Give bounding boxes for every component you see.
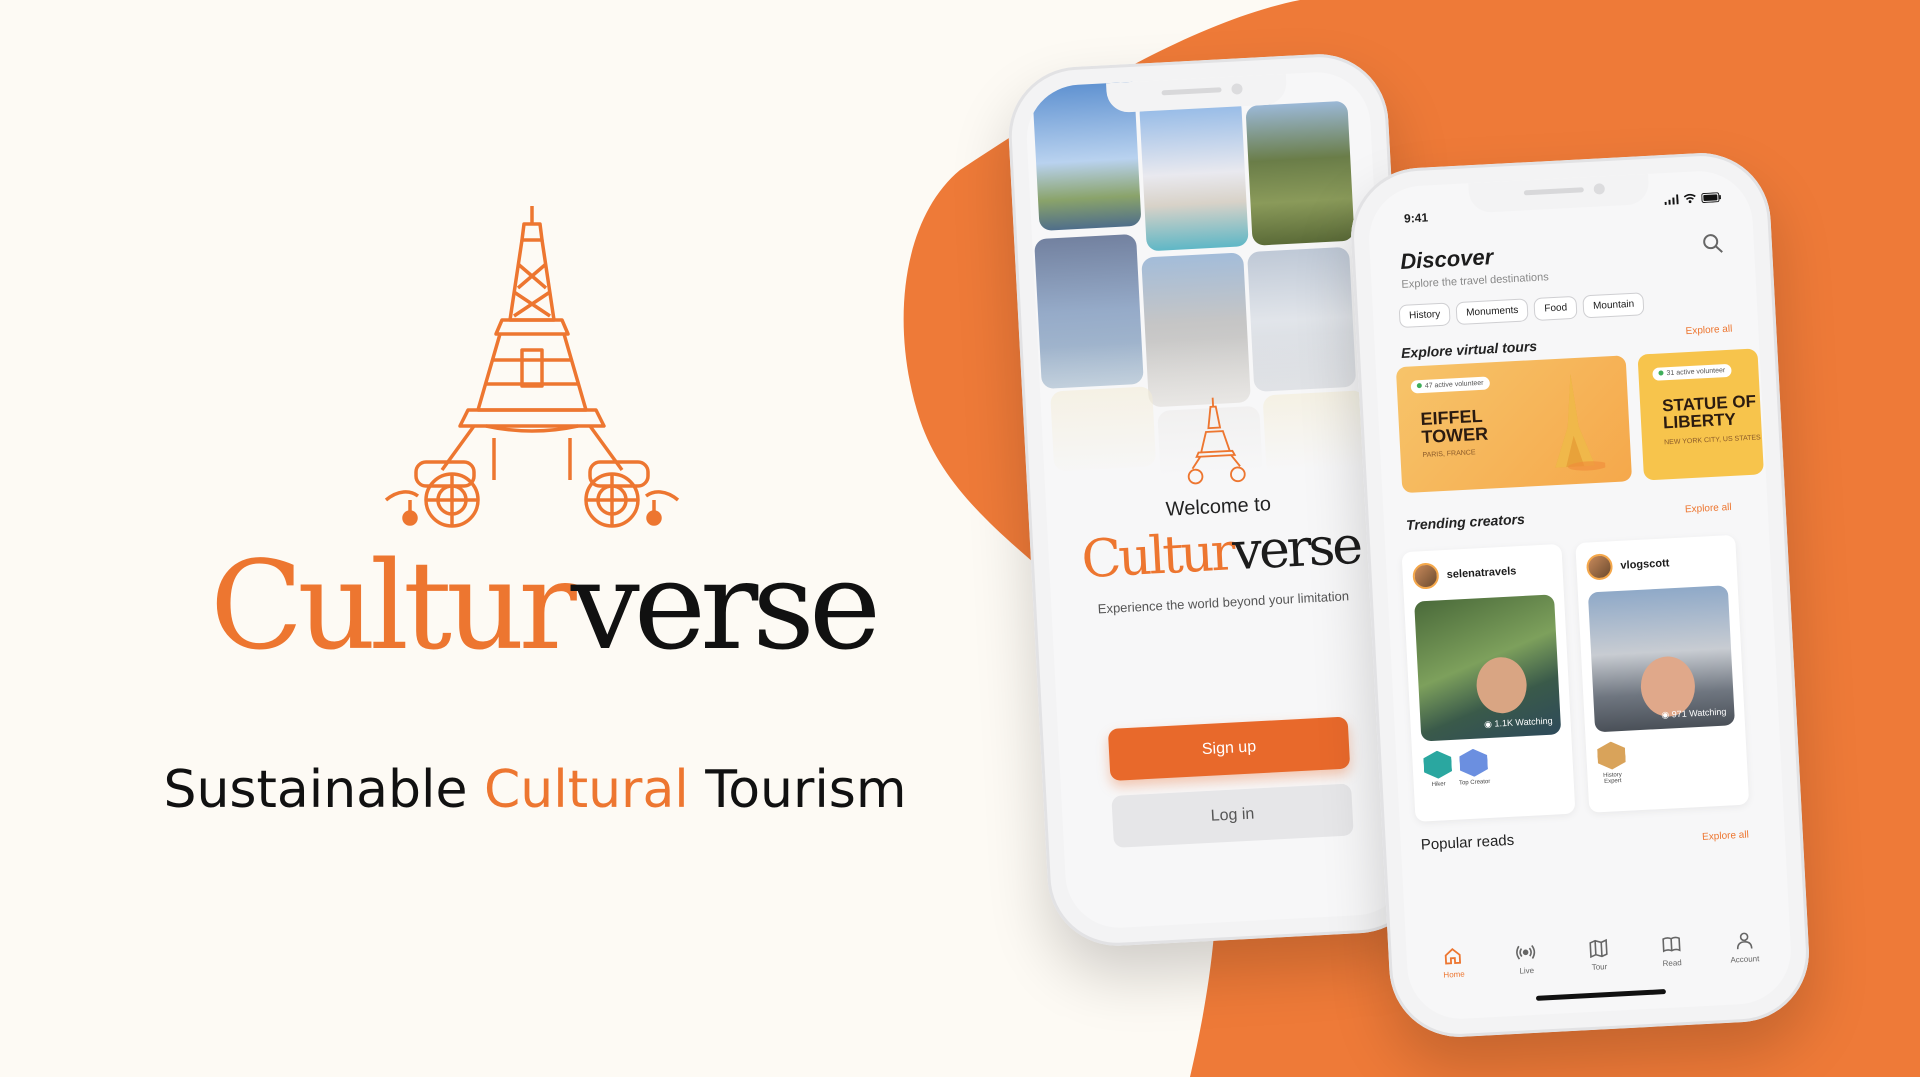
welcome-wordmark-part1: Cultur [1080, 522, 1235, 591]
welcome-wordmark-part2: verse [1231, 515, 1362, 583]
tagline-highlight: Cultural [484, 760, 689, 820]
chip-food[interactable]: Food [1533, 295, 1578, 321]
hiker-badge-icon [1423, 750, 1452, 779]
creator-card[interactable]: vlogscott ◉ 971 Watching History Expert [1575, 534, 1750, 813]
trending-heading: Trending creators [1405, 510, 1526, 533]
top-creator-badge-icon [1459, 748, 1488, 777]
badge-hiker: Hiker [1420, 750, 1456, 789]
volunteer-count: 31 active volunteer [1666, 367, 1726, 378]
book-icon [1662, 936, 1681, 953]
taj-mahal-photo [1139, 96, 1249, 252]
nav-label: Tour [1591, 962, 1608, 972]
avatar [1585, 553, 1614, 581]
bottom-nav: Home Live Tour Read Account [1406, 928, 1791, 981]
login-button[interactable]: Log in [1111, 783, 1354, 848]
phone-notch [1468, 173, 1650, 214]
badge-label: Hiker [1431, 781, 1446, 789]
chip-monuments[interactable]: Monuments [1455, 298, 1529, 326]
home-icon [1445, 947, 1462, 965]
signal-icon [1664, 194, 1679, 206]
brand-wordmark: Culturverse [210, 545, 881, 667]
nav-label: Home [1443, 969, 1465, 980]
creator-header: selenatravels [1412, 558, 1517, 590]
creator-name: selenatravels [1446, 565, 1517, 581]
nav-label: Live [1519, 965, 1535, 976]
status-time: 9:41 [1403, 210, 1429, 226]
eye-icon: ◉ [1483, 718, 1495, 730]
tour-name-line2: LIBERTY [1662, 409, 1737, 433]
nav-label: Account [1730, 954, 1760, 965]
search-icon[interactable] [1701, 232, 1724, 255]
user-icon [1736, 932, 1753, 950]
wifi-icon [1683, 193, 1696, 204]
discover-screen: 9:41 Discover Explore the travel destina… [1366, 168, 1794, 1022]
nav-account[interactable]: Account [1718, 930, 1770, 966]
welcome-screen: Welcome to Culturverse Experience the wo… [1024, 69, 1412, 931]
brand-block: Culturverse Sustainable Cultural Tourism [160, 200, 910, 840]
nav-home[interactable]: Home [1428, 945, 1480, 981]
tour-location: PARIS, FRANCE [1422, 449, 1476, 460]
creator-name: vlogscott [1620, 557, 1670, 572]
live-icon [1516, 945, 1536, 960]
watching-text: 971 Watching [1671, 706, 1727, 720]
creator-face [1475, 655, 1529, 715]
badge-label: History Expert [1603, 772, 1622, 785]
tagline-part2: Tourism [688, 760, 907, 820]
creator-card[interactable]: selenatravels ◉ 1.1K Watching Hiker Top … [1401, 543, 1576, 822]
nav-tour[interactable]: Tour [1573, 937, 1625, 973]
live-stream-thumbnail[interactable]: ◉ 1.1K Watching [1414, 594, 1562, 742]
nav-label: Read [1662, 958, 1682, 969]
watching-text: 1.1K Watching [1494, 715, 1553, 729]
tagline-part1: Sustainable [163, 760, 484, 820]
welcome-subtitle: Experience the world beyond your limitat… [1097, 588, 1350, 617]
tours-explore-all-link[interactable]: Explore all [1685, 324, 1732, 337]
tour-card-liberty[interactable]: 31 active volunteer STATUE OF LIBERTY NEW… [1637, 348, 1764, 481]
volunteer-badge: 31 active volunteer [1652, 363, 1732, 381]
map-icon [1589, 938, 1608, 959]
wordmark-part2: verse [570, 535, 881, 677]
creators-explore-all-link[interactable]: Explore all [1685, 502, 1732, 515]
badge-top-creator: Top Creator [1456, 748, 1492, 787]
machu-picchu-photo [1245, 100, 1355, 246]
watching-count: ◉ 1.1K Watching [1484, 716, 1553, 731]
volunteer-count: 47 active volunteer [1424, 379, 1484, 390]
eiffel-3d-icon [1555, 374, 1606, 471]
live-stream-thumbnail[interactable]: ◉ 971 Watching [1587, 585, 1736, 733]
wordmark-part1: Cultur [210, 535, 577, 677]
nav-read[interactable]: Read [1646, 933, 1698, 969]
chip-history[interactable]: History [1398, 302, 1451, 329]
home-indicator[interactable] [1535, 989, 1667, 1001]
status-icons [1664, 192, 1721, 206]
tour-name: EIFFEL TOWER [1420, 406, 1489, 448]
virtual-tours-heading: Explore virtual tours [1400, 337, 1538, 362]
chip-mountain[interactable]: Mountain [1582, 292, 1645, 319]
tour-card-eiffel[interactable]: 47 active volunteer EIFFEL TOWER PARIS, F… [1395, 355, 1633, 494]
badge-label: Top Creator [1458, 778, 1491, 787]
discover-phone: 9:41 Discover Explore the travel destina… [1347, 149, 1813, 1041]
welcome-wordmark: Culturverse [1048, 515, 1394, 591]
avatar [1412, 562, 1440, 590]
page-subtitle: Explore the travel destinations [1401, 271, 1550, 291]
signup-button[interactable]: Sign up [1107, 716, 1351, 782]
watching-count: ◉ 971 Watching [1661, 707, 1727, 721]
popular-reads-heading: Popular reads [1420, 831, 1515, 854]
badge-history-expert: History Expert [1594, 741, 1630, 786]
tour-name-line2: TOWER [1420, 423, 1489, 448]
welcome-content: Welcome to Culturverse Experience the wo… [1040, 369, 1396, 619]
eiffel-tower-small-icon [1187, 397, 1246, 485]
eiffel-tower-logo-icon [384, 206, 680, 528]
page-title: Discover [1399, 244, 1494, 274]
category-chips: History Monuments Food Mountain [1398, 292, 1645, 329]
reads-explore-all-link[interactable]: Explore all [1702, 830, 1749, 843]
volunteer-badge: 47 active volunteer [1410, 376, 1490, 394]
nav-live[interactable]: Live [1500, 941, 1552, 977]
tour-location: NEW YORK CITY, US STATES [1663, 434, 1761, 447]
battery-icon [1701, 192, 1721, 203]
brand-tagline: Sustainable Cultural Tourism [160, 760, 910, 820]
creator-header: vlogscott [1585, 550, 1670, 581]
tour-name: STATUE OF LIBERTY [1662, 392, 1757, 433]
history-expert-badge-icon [1597, 741, 1626, 770]
